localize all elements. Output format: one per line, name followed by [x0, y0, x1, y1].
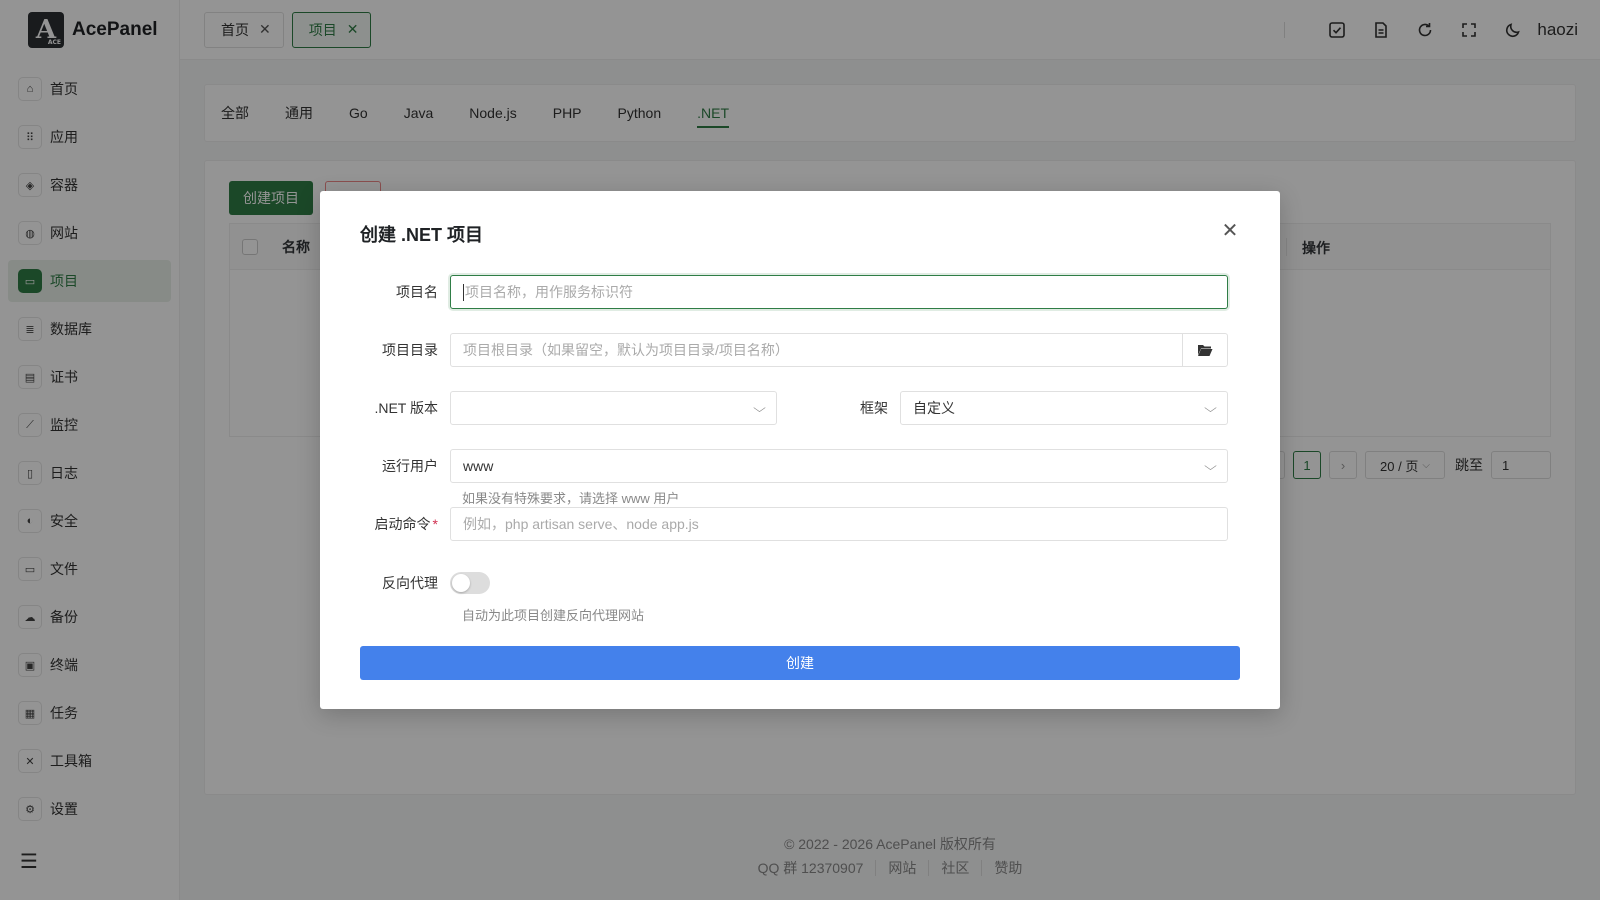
- reverse-proxy-toggle[interactable]: [450, 572, 490, 594]
- form-row-framework: 框架 自定义 ⌵: [810, 391, 1228, 425]
- reverse-proxy-label: 反向代理: [382, 575, 438, 591]
- form-row-proxy: 反向代理: [360, 572, 490, 594]
- run-user-select[interactable]: www ⌵: [450, 449, 1228, 483]
- framework-select[interactable]: 自定义 ⌵: [900, 391, 1228, 425]
- framework-label: 框架: [860, 400, 888, 416]
- project-name-input[interactable]: 项目名称，用作服务标识符: [450, 275, 1228, 309]
- create-submit-button[interactable]: 创建: [360, 646, 1240, 680]
- form-row-command: 启动命令 * 例如，php artisan serve、node app.js: [360, 507, 1228, 541]
- dotnet-version-select[interactable]: ⌵: [450, 391, 777, 425]
- project-dir-input[interactable]: 项目根目录（如果留空，默认为项目目录/项目名称）: [450, 333, 1228, 367]
- project-dir-label: 项目目录: [382, 342, 438, 358]
- modal-title: 创建 .NET 项目: [360, 225, 484, 245]
- form-row-dir: 项目目录 项目根目录（如果留空，默认为项目目录/项目名称）: [360, 333, 1228, 367]
- form-row-user: 运行用户 www ⌵: [360, 449, 1228, 483]
- run-user-hint: 如果没有特殊要求，请选择 www 用户: [462, 491, 680, 506]
- chevron-down-icon: ⌵: [1204, 401, 1217, 415]
- folder-open-icon[interactable]: [1182, 334, 1227, 366]
- chevron-down-icon: ⌵: [1204, 459, 1217, 473]
- project-name-label: 项目名: [396, 284, 438, 300]
- run-user-label: 运行用户: [382, 458, 438, 474]
- required-mark: *: [432, 516, 438, 532]
- start-command-input[interactable]: 例如，php artisan serve、node app.js: [450, 507, 1228, 541]
- form-row-version: .NET 版本 ⌵: [360, 391, 777, 425]
- close-icon[interactable]: ✕: [1220, 221, 1240, 241]
- form-row-name: 项目名 项目名称，用作服务标识符: [360, 275, 1228, 309]
- chevron-down-icon: ⌵: [753, 401, 766, 415]
- start-command-label: 启动命令 *: [374, 516, 438, 532]
- reverse-proxy-hint: 自动为此项目创建反向代理网站: [462, 608, 645, 623]
- dotnet-version-label: .NET 版本: [374, 400, 438, 416]
- create-project-modal: 创建 .NET 项目 ✕ 项目名 项目名称，用作服务标识符 项目目录 项目根目录…: [320, 191, 1280, 709]
